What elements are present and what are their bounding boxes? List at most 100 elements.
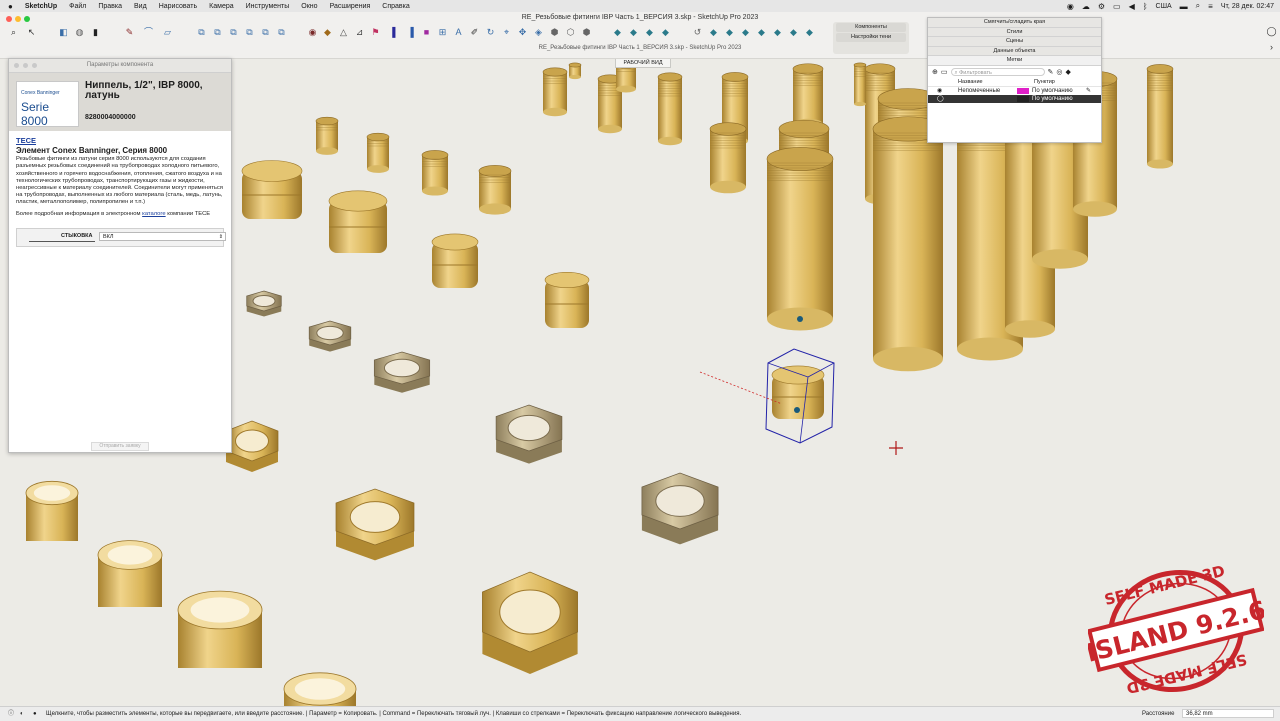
menu-help[interactable]: Справка [376, 3, 415, 10]
pipe-bottom[interactable] [1073, 201, 1117, 217]
pipe-body[interactable] [422, 155, 448, 191]
pipe-end[interactable] [853, 62, 867, 68]
chevron-right-icon[interactable]: › [1266, 42, 1277, 53]
view-icon-1[interactable]: ◆ [612, 27, 623, 38]
menu-window[interactable]: Окно [295, 3, 323, 10]
pipe-bottom[interactable] [710, 180, 746, 194]
measurement-box[interactable]: 36,82 mm [1182, 709, 1274, 718]
menu-camera[interactable]: Камера [203, 3, 239, 10]
extension-icon-4[interactable]: ⊿ [354, 27, 365, 38]
pipe-body[interactable] [873, 129, 943, 359]
nipple-bore[interactable] [107, 545, 153, 565]
hex-nut-bore[interactable] [383, 358, 421, 378]
extension-icon-6[interactable]: ▌ [390, 27, 401, 38]
tag-color-swatch[interactable] [1017, 95, 1029, 102]
col-dashes[interactable]: Пунктир [1034, 79, 1055, 85]
hex-nut-bore[interactable] [507, 414, 551, 442]
snap-point[interactable] [797, 316, 803, 322]
pipe-end[interactable] [421, 150, 449, 160]
select-tool-icon[interactable]: ↖ [26, 27, 37, 38]
check-valve-top[interactable] [771, 365, 825, 385]
move-tool-icon[interactable]: ⧉ [212, 27, 223, 38]
menu-extensions[interactable]: Расширения [324, 3, 377, 10]
extension-icon-19[interactable]: ◆ [708, 27, 719, 38]
gear-icon[interactable]: ⚙ [1098, 2, 1105, 11]
pipe-bottom[interactable] [316, 147, 338, 155]
push-pull-icon[interactable]: ⧉ [196, 27, 207, 38]
search-icon[interactable]: ⌕ [8, 27, 19, 38]
clock[interactable]: Чт, 28 дек. 02:47 [1221, 3, 1274, 10]
extension-icon-9[interactable]: ⊞ [437, 27, 448, 38]
visibility-eye-icon[interactable]: ◯ [937, 95, 944, 103]
tag-tool-icon[interactable]: ✎ [1048, 68, 1054, 76]
hex-nut-bore[interactable] [316, 325, 344, 341]
extension-icon-8[interactable]: ■ [421, 27, 432, 38]
volume-icon[interactable]: ◀ [1129, 2, 1135, 11]
pipe-bottom[interactable] [616, 85, 636, 93]
input-source[interactable]: США [1156, 3, 1172, 10]
extension-icon-7[interactable]: ▐ [405, 27, 416, 38]
extension-icon-14[interactable]: ◈ [533, 27, 544, 38]
instructor-icon[interactable]: ● [33, 707, 37, 721]
extension-icon-18[interactable]: ↺ [692, 27, 703, 38]
tag-dashes[interactable]: По умолчанию [1032, 95, 1073, 103]
pipe-bottom[interactable] [569, 74, 581, 80]
pipe-bottom[interactable] [1147, 159, 1173, 169]
pipe-end[interactable] [657, 72, 683, 82]
scale-tool-icon[interactable]: ⧉ [244, 27, 255, 38]
inference-line[interactable] [699, 371, 783, 405]
screen-record-icon[interactable]: ◉ [1067, 2, 1074, 11]
pipe-body[interactable] [316, 121, 338, 151]
view-icon-2[interactable]: ◆ [628, 27, 639, 38]
pipe-body[interactable] [710, 129, 746, 187]
details-icon[interactable]: ◆ [1065, 68, 1070, 76]
extension-icon-25[interactable]: ◆ [804, 27, 815, 38]
tray-tags[interactable]: Метки [928, 56, 1101, 66]
hex-nut-bore[interactable] [499, 589, 561, 635]
pipe-end[interactable] [1146, 64, 1174, 74]
pipe-bottom[interactable] [854, 101, 866, 107]
pipe-body[interactable] [367, 137, 389, 169]
user-icon[interactable]: ◯ [1266, 26, 1277, 37]
check-valve-top[interactable] [431, 233, 479, 251]
extension-icon-17[interactable]: ⬢ [581, 27, 592, 38]
add-folder-icon[interactable]: ▭ [941, 68, 948, 76]
menu-draw[interactable]: Нарисовать [153, 3, 203, 10]
view-icon-4[interactable]: ◆ [660, 27, 671, 38]
arc-tool-icon[interactable]: ⌒ [143, 27, 154, 38]
pipe-bottom[interactable] [598, 124, 622, 134]
info-icon[interactable]: ⓘ [8, 707, 14, 721]
menu-tools[interactable]: Инструменты [240, 3, 296, 10]
extension-icon-23[interactable]: ◆ [772, 27, 783, 38]
hex-nut-bore[interactable] [655, 485, 705, 517]
hex-nut-bore[interactable] [349, 501, 401, 533]
extension-icon-21[interactable]: ◆ [740, 27, 751, 38]
pipe-end[interactable] [721, 72, 749, 82]
extension-icon-5[interactable]: ⚑ [370, 27, 381, 38]
pipe-end[interactable] [366, 132, 390, 142]
user-icon[interactable]: ◐ [20, 707, 24, 721]
pipe-end[interactable] [568, 62, 582, 68]
offset-tool-icon[interactable]: ⧉ [276, 27, 287, 38]
component-icon[interactable]: ◧ [58, 27, 69, 38]
components-button[interactable]: Компоненты [836, 23, 906, 32]
pipe-bottom[interactable] [422, 186, 448, 196]
menu-edit[interactable]: Правка [92, 3, 128, 10]
check-valve-top[interactable] [328, 190, 388, 212]
control-center-icon[interactable]: ≡ [1208, 2, 1213, 11]
extension-icon-11[interactable]: ↻ [485, 27, 496, 38]
pipe-bottom[interactable] [1005, 320, 1055, 338]
extension-icon-22[interactable]: ◆ [756, 27, 767, 38]
pipe-body[interactable] [543, 72, 567, 112]
col-name[interactable]: Название [958, 79, 983, 85]
visibility-eye-icon[interactable]: ◉ [937, 87, 942, 95]
paint-bucket-icon[interactable]: ◍ [74, 27, 85, 38]
pipe-end[interactable] [792, 63, 824, 75]
cloud-icon[interactable]: ☁ [1082, 2, 1090, 11]
apple-menu-icon[interactable]: ● [0, 2, 19, 11]
pipe-end[interactable] [766, 147, 834, 171]
tray-soften-edges[interactable]: Смягчить/сгладить края [928, 18, 1101, 28]
text-tool-icon[interactable]: A [453, 27, 464, 38]
extension-icon-12[interactable]: ⌖ [501, 27, 512, 38]
tray-styles[interactable]: Стили [928, 27, 1101, 37]
